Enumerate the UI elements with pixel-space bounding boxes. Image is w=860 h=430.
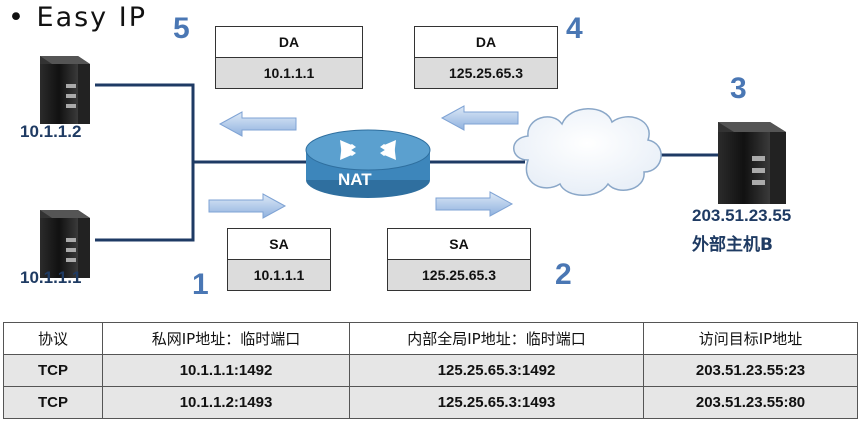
table-cell: 125.25.65.3:1493 — [349, 386, 644, 419]
arrow-right-2 — [435, 191, 514, 217]
packet-box-2: SA 125.25.65.3 — [387, 228, 531, 291]
table-cell: TCP — [3, 354, 103, 387]
external-host-name: 外部主机B — [692, 235, 773, 255]
table-cell: 203.51.23.55:80 — [643, 386, 858, 419]
table-cell: 203.51.23.55:23 — [643, 354, 858, 387]
packet-box-4: DA 125.25.65.3 — [414, 26, 558, 89]
table-cell: 125.25.65.3:1492 — [349, 354, 644, 387]
packet-header: DA — [415, 27, 557, 58]
packet-value: 10.1.1.1 — [228, 260, 330, 290]
host-a-server-icon — [40, 56, 90, 124]
external-server-icon — [718, 122, 786, 204]
table-header-row: 协议 私网IP地址：临时端口 内部全局IP地址：临时端口 访问目标IP地址 — [3, 322, 858, 355]
packet-header: SA — [228, 229, 330, 260]
packet-header: SA — [388, 229, 530, 260]
host-b-ip: 10.1.1.1 — [20, 268, 82, 287]
table-cell: TCP — [3, 386, 103, 419]
step-number-1: 1 — [192, 268, 209, 301]
router-label: NAT — [338, 170, 372, 189]
column-header: 协议 — [3, 322, 103, 355]
column-header: 内部全局IP地址：临时端口 — [349, 322, 644, 355]
packet-value: 125.25.65.3 — [388, 260, 530, 290]
table-cell: 10.1.1.2:1493 — [102, 386, 350, 419]
arrow-left-1 — [218, 111, 297, 137]
table-row: TCP 10.1.1.2:1493 125.25.65.3:1493 203.5… — [3, 386, 858, 419]
packet-header: DA — [216, 27, 362, 58]
arrow-right-1 — [208, 193, 287, 219]
packet-value: 10.1.1.1 — [216, 58, 362, 88]
table-cell: 10.1.1.1:1492 — [102, 354, 350, 387]
packet-box-5: DA 10.1.1.1 — [215, 26, 363, 89]
step-number-2: 2 — [555, 258, 572, 291]
step-number-4: 4 — [566, 12, 583, 45]
step-number-3: 3 — [730, 72, 747, 105]
packet-box-1: SA 10.1.1.1 — [227, 228, 331, 291]
nat-translation-table: 协议 私网IP地址：临时端口 内部全局IP地址：临时端口 访问目标IP地址 TC… — [3, 322, 858, 419]
step-number-5: 5 — [173, 12, 190, 45]
table-row: TCP 10.1.1.1:1492 125.25.65.3:1492 203.5… — [3, 354, 858, 387]
packet-value: 125.25.65.3 — [415, 58, 557, 88]
arrow-left-2 — [440, 105, 519, 131]
host-a-ip: 10.1.1.2 — [20, 122, 82, 141]
column-header: 私网IP地址：临时端口 — [102, 322, 350, 355]
column-header: 访问目标IP地址 — [643, 322, 858, 355]
internet-cloud-icon — [513, 108, 662, 196]
external-host-ip: 203.51.23.55 — [692, 206, 792, 225]
